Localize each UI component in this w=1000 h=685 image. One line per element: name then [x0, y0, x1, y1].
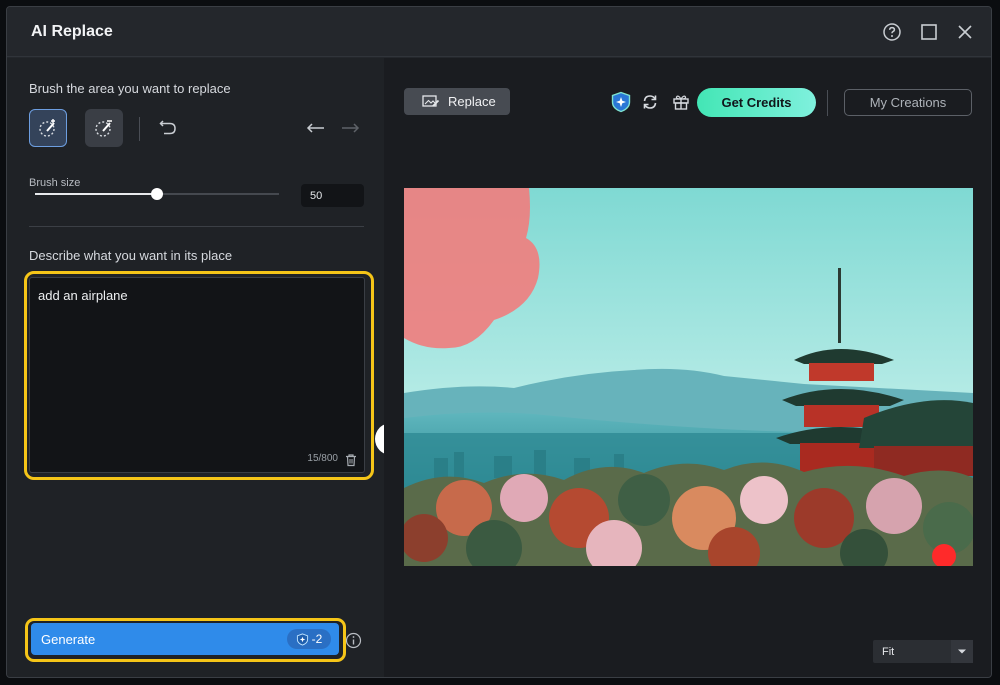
- chevron-down-icon: [958, 649, 966, 654]
- ai-replace-window: AI Replace Brush the area you want to re…: [6, 6, 992, 678]
- generate-label: Generate: [41, 632, 96, 647]
- brush-size-slider-fill: [35, 193, 157, 195]
- section-divider: [29, 226, 364, 227]
- brush-size-label: Brush size: [29, 177, 81, 189]
- redo-icon[interactable]: [339, 117, 361, 139]
- maximize-icon[interactable]: [919, 22, 939, 42]
- brush-size-slider-thumb[interactable]: [151, 188, 163, 200]
- credit-icon[interactable]: [610, 91, 632, 113]
- toolbar-divider: [139, 117, 140, 141]
- refresh-icon[interactable]: [640, 92, 660, 112]
- my-creations-button[interactable]: My Creations: [844, 89, 972, 116]
- zoom-select[interactable]: Fit: [873, 640, 973, 663]
- brush-heading: Brush the area you want to replace: [29, 81, 231, 96]
- brush-size-slider[interactable]: [35, 188, 279, 200]
- undo-icon[interactable]: [305, 117, 327, 139]
- info-icon[interactable]: [345, 632, 362, 649]
- replace-icon: [422, 94, 440, 107]
- settings-panel: Brush the area you want to replace Brush…: [7, 58, 384, 677]
- gift-icon[interactable]: [671, 92, 691, 112]
- header-divider: [827, 90, 828, 116]
- brush-erase-icon: [95, 120, 112, 137]
- replace-tab-button[interactable]: Replace: [404, 88, 510, 115]
- help-circle-icon[interactable]: [882, 22, 902, 42]
- generate-cost: -2: [311, 632, 323, 646]
- brush-size-input[interactable]: 50: [301, 184, 364, 207]
- describe-heading: Describe what you want in its place: [29, 248, 233, 263]
- pagoda-landscape-image: [404, 188, 973, 566]
- generate-button[interactable]: Generate -2: [31, 623, 339, 655]
- zoom-value: Fit: [882, 646, 895, 658]
- preview-panel: Replace Get Credits My Creations Fit: [384, 58, 991, 677]
- prompt-text: add an airplane: [38, 288, 128, 303]
- trash-icon[interactable]: [344, 453, 358, 467]
- window-title: AI Replace: [31, 23, 113, 40]
- replace-label: Replace: [448, 94, 496, 109]
- brush-add-icon: [39, 119, 55, 137]
- credit-icon: [296, 632, 308, 646]
- reset-icon[interactable]: [157, 117, 179, 139]
- generate-cost-badge: -2: [287, 629, 331, 649]
- brush-erase-button[interactable]: [85, 109, 123, 147]
- char-count: 15/800: [307, 453, 338, 464]
- prompt-textarea[interactable]: add an airplane 15/800: [29, 277, 365, 473]
- get-credits-button[interactable]: Get Credits: [697, 88, 816, 117]
- zoom-dropdown-toggle[interactable]: [951, 640, 973, 663]
- close-icon[interactable]: [955, 22, 975, 42]
- brush-add-button[interactable]: [29, 109, 67, 147]
- title-bar: AI Replace: [7, 7, 991, 57]
- image-canvas[interactable]: [404, 188, 973, 566]
